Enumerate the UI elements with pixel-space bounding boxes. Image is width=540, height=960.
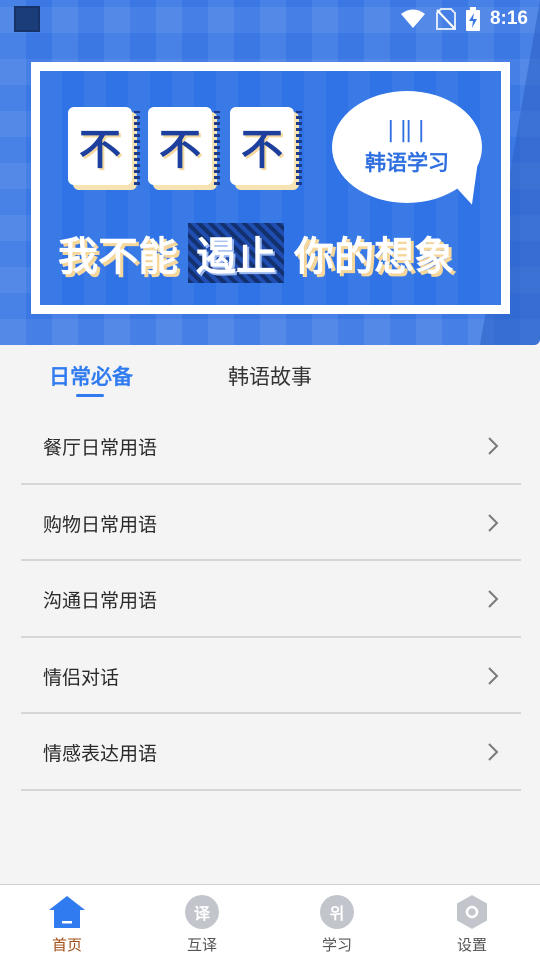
notification-square-icon: [14, 6, 40, 32]
banner-tile: 不: [148, 107, 220, 185]
slogan-highlight: 遏止: [188, 223, 284, 283]
bubble-logo-mark: |‖|: [384, 117, 430, 143]
no-sim-icon: [435, 8, 456, 30]
translate-glyph: 译: [185, 895, 219, 929]
chevron-right-icon: [488, 666, 499, 685]
nav-study[interactable]: 위 学习: [297, 893, 377, 957]
list-item-restaurant[interactable]: 餐厅日常用语: [21, 408, 521, 485]
study-glyph: 위: [320, 895, 354, 929]
tab-korean-stories[interactable]: 韩语故事: [228, 361, 312, 391]
list-item-label: 餐厅日常用语: [43, 437, 158, 459]
status-icons: 8:16: [400, 6, 528, 32]
translate-icon: 译: [183, 893, 221, 931]
banner-artwork: 不 不 不 |‖| 韩语学习 我不能 遏止 你的想象: [40, 71, 501, 305]
nav-label: 首页: [51, 936, 82, 954]
list-item-label: 购物日常用语: [43, 513, 158, 536]
list-item-shopping[interactable]: 购物日常用语: [21, 485, 521, 561]
banner-tile: 不: [68, 107, 140, 185]
status-time: 8:16: [489, 8, 528, 29]
header-hero: 8:16 不 不 不 |‖| 韩语学习 我不能 遏止 你的想象: [0, 0, 540, 345]
chevron-right-icon: [488, 590, 499, 608]
list-item-label: 情侣对话: [43, 666, 120, 689]
study-icon: 위: [318, 893, 356, 931]
list-item-emotion-expressions[interactable]: 情感表达用语: [21, 714, 521, 791]
promo-banner[interactable]: 不 不 不 |‖| 韩语学习 我不能 遏止 你的想象: [31, 62, 510, 314]
nav-translate[interactable]: 译 互译: [162, 893, 242, 957]
speech-bubble: |‖| 韩语学习: [332, 91, 482, 203]
slogan-left: 我不能: [58, 234, 178, 280]
status-bar: 8:16: [0, 0, 540, 38]
phrase-category-list: 餐厅日常用语 购物日常用语 沟通日常用语 情侣对话 情感表达用语: [21, 408, 521, 791]
slogan-right: 你的想象: [294, 234, 454, 280]
list-item-communication[interactable]: 沟通日常用语: [21, 561, 521, 638]
nav-home[interactable]: 首页: [27, 893, 107, 957]
chevron-right-icon: [488, 513, 499, 532]
nav-label: 设置: [456, 936, 487, 954]
list-item-label: 情感表达用语: [43, 743, 158, 765]
bottom-navigation: 首页 译 互译 위 学习 设置: [0, 884, 540, 960]
chevron-right-icon: [488, 437, 499, 455]
tab-daily-essentials[interactable]: 日常必备: [49, 361, 133, 391]
banner-tile: 不: [230, 107, 302, 185]
category-tabs: 日常必备 韩语故事: [0, 345, 540, 403]
nav-label: 互译: [186, 936, 217, 954]
list-item-label: 沟通日常用语: [43, 590, 158, 612]
list-item-couple-dialogue[interactable]: 情侣对话: [21, 638, 521, 714]
settings-icon: [453, 893, 491, 931]
active-tab-indicator: [76, 394, 104, 397]
home-icon: [48, 893, 86, 931]
bubble-title: 韩语学习: [365, 150, 449, 175]
chevron-right-icon: [488, 743, 499, 761]
battery-charging-icon: [465, 7, 480, 31]
nav-label: 学习: [321, 936, 352, 954]
banner-slogan: 我不能 遏止 你的想象: [58, 221, 454, 285]
nav-settings[interactable]: 设置: [432, 893, 512, 957]
wifi-icon: [400, 9, 426, 29]
